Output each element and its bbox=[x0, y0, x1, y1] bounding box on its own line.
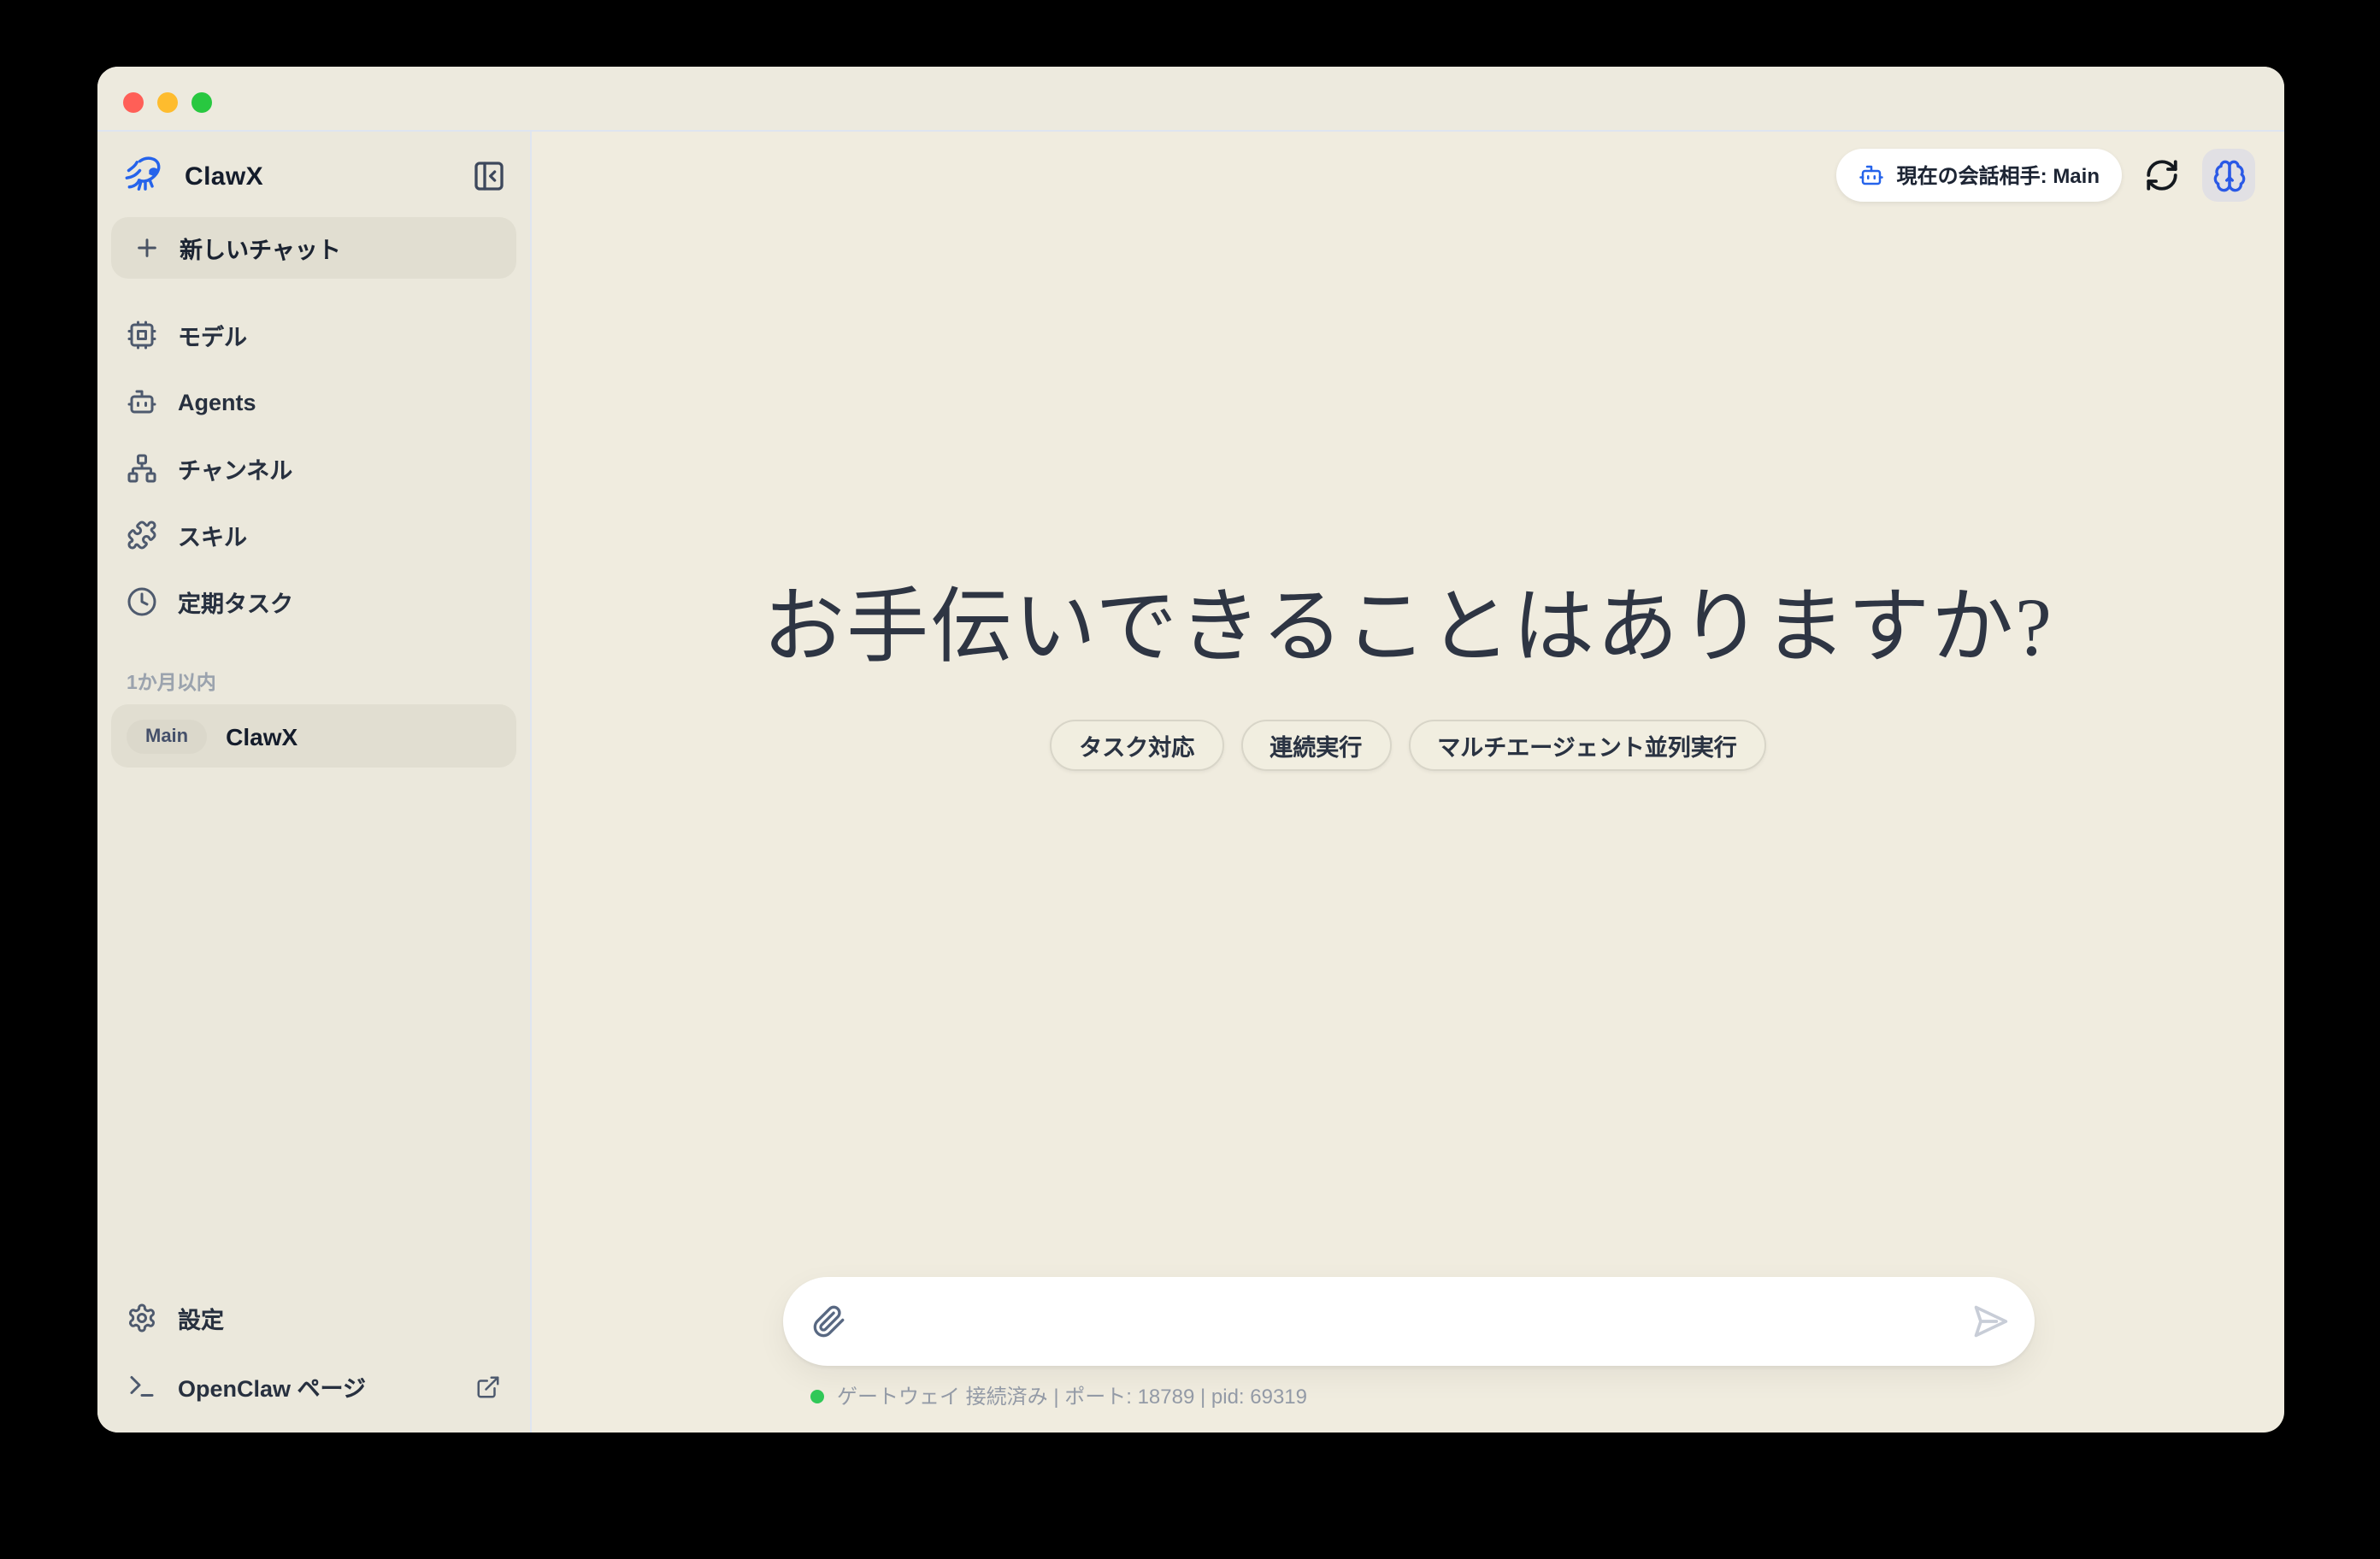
main-area: 現在の会話相手: Main bbox=[532, 132, 2284, 1433]
current-conversation-label: 現在の会話相手: Main bbox=[1897, 161, 2100, 190]
brain-button[interactable] bbox=[2202, 149, 2255, 202]
chip-continuous-run[interactable]: 連続実行 bbox=[1240, 719, 1391, 770]
gateway-status: ゲートウェイ 接続済み | ポート: 18789 | pid: 69319 bbox=[782, 1381, 2034, 1410]
titlebar bbox=[97, 67, 2284, 132]
screen: ClawX 新しいチャット bbox=[0, 0, 2380, 1559]
message-composer[interactable] bbox=[782, 1277, 2034, 1366]
sidebar-item-channels[interactable]: チャンネル bbox=[111, 436, 516, 501]
history-item-label: ClawX bbox=[226, 722, 298, 750]
new-chat-button[interactable]: 新しいチャット bbox=[111, 217, 516, 279]
paperclip-icon[interactable] bbox=[811, 1304, 845, 1338]
external-link-icon bbox=[475, 1374, 501, 1399]
app-window: ClawX 新しいチャット bbox=[97, 67, 2284, 1433]
bot-icon bbox=[1859, 162, 1885, 188]
composer-area: ゲートウェイ 接続済み | ポート: 18789 | pid: 69319 bbox=[532, 1277, 2284, 1433]
minimize-window-button[interactable] bbox=[157, 92, 178, 113]
sidebar-item-label: Agents bbox=[178, 389, 256, 415]
suggestion-chips: タスク対応 連続実行 マルチエージェント並列実行 bbox=[1050, 719, 1765, 770]
chip-task-support[interactable]: タスク対応 bbox=[1050, 719, 1223, 770]
cpu-icon bbox=[127, 320, 157, 350]
bot-icon bbox=[127, 386, 157, 417]
gateway-status-text: ゲートウェイ 接続済み | ポート: 18789 | pid: 69319 bbox=[837, 1381, 1307, 1410]
welcome-heading: お手伝いできることはありますか? bbox=[763, 558, 2053, 678]
hero: お手伝いできることはありますか? タスク対応 連続実行 マルチエージェント並列実… bbox=[532, 202, 2284, 1277]
top-toolbar: 現在の会話相手: Main bbox=[532, 132, 2284, 202]
sidebar-item-agents[interactable]: Agents bbox=[111, 369, 516, 434]
sidebar-item-openclaw-page[interactable]: OpenClaw ページ bbox=[111, 1354, 516, 1419]
main-badge: Main bbox=[127, 719, 207, 753]
message-input[interactable] bbox=[845, 1277, 1971, 1366]
current-conversation-pill[interactable]: 現在の会話相手: Main bbox=[1837, 149, 2122, 202]
sidebar-item-label: 設定 bbox=[178, 1301, 224, 1335]
chip-multi-agent-parallel[interactable]: マルチエージェント並列実行 bbox=[1408, 719, 1765, 770]
status-dot-icon bbox=[810, 1389, 823, 1403]
network-icon bbox=[127, 453, 157, 484]
sidebar-item-label: モデル bbox=[178, 318, 247, 352]
sidebar: ClawX 新しいチャット bbox=[97, 132, 532, 1433]
history-item-clawx[interactable]: Main ClawX bbox=[111, 704, 516, 768]
sidebar-footer: 設定 OpenClaw ページ bbox=[111, 1285, 516, 1419]
sidebar-header: ClawX bbox=[111, 145, 516, 207]
puzzle-icon bbox=[127, 520, 157, 550]
app-title: ClawX bbox=[185, 162, 263, 191]
sidebar-item-label: チャンネル bbox=[178, 451, 292, 485]
terminal-icon bbox=[127, 1371, 157, 1402]
sidebar-item-models[interactable]: モデル bbox=[111, 303, 516, 368]
send-icon[interactable] bbox=[1971, 1303, 2008, 1340]
clawx-logo-icon bbox=[123, 154, 168, 198]
close-window-button[interactable] bbox=[123, 92, 144, 113]
refresh-icon[interactable] bbox=[2144, 157, 2180, 193]
zoom-window-button[interactable] bbox=[191, 92, 212, 113]
gear-icon bbox=[127, 1303, 157, 1333]
sidebar-item-label: OpenClaw ページ bbox=[178, 1369, 366, 1403]
sidebar-nav: モデル Agents bbox=[111, 303, 516, 634]
collapse-sidebar-icon[interactable] bbox=[472, 159, 506, 193]
brain-icon bbox=[2212, 158, 2246, 192]
sidebar-item-settings[interactable]: 設定 bbox=[111, 1285, 516, 1350]
sidebar-item-label: 定期タスク bbox=[178, 585, 293, 619]
sidebar-item-scheduled-tasks[interactable]: 定期タスク bbox=[111, 569, 516, 634]
clock-icon bbox=[127, 586, 157, 617]
plus-icon bbox=[133, 234, 161, 262]
sidebar-item-label: スキル bbox=[178, 518, 247, 552]
new-chat-label: 新しいチャット bbox=[180, 231, 341, 265]
sidebar-item-skills[interactable]: スキル bbox=[111, 503, 516, 568]
history-section-label: 1か月以内 bbox=[127, 668, 516, 696]
